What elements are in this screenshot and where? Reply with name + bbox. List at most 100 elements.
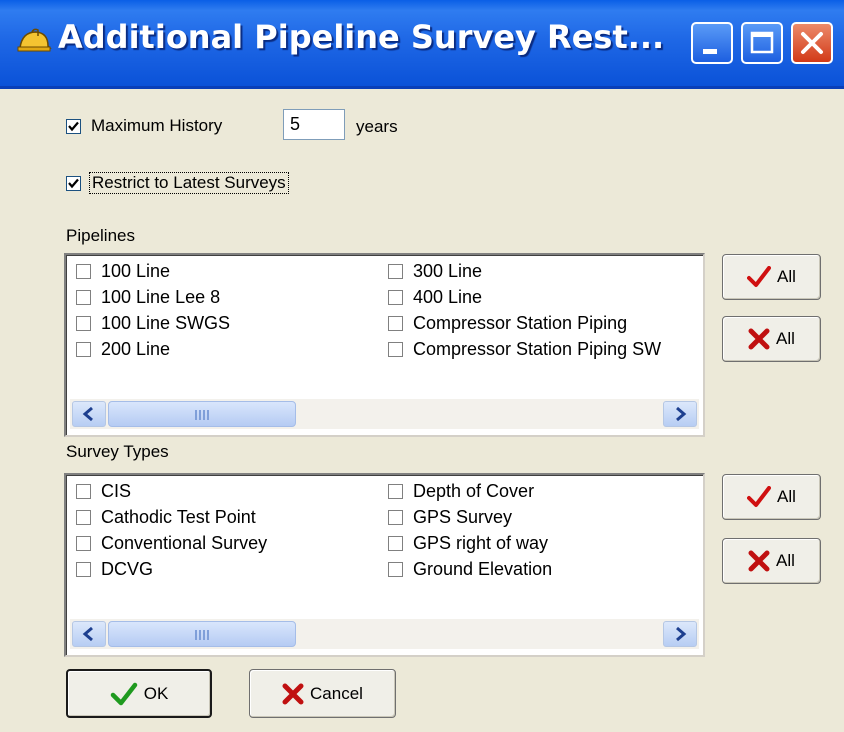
grip-icon [195,410,209,420]
list-item[interactable]: Cathodic Test Point [76,504,256,530]
restrict-latest-row: Restrict to Latest Surveys [66,172,289,194]
years-label: years [356,117,398,136]
checkmark-icon [110,682,137,705]
pipelines-select-all-button[interactable]: All [722,254,821,300]
minimize-button[interactable] [691,22,733,64]
restrict-latest-checkbox[interactable] [66,175,81,191]
list-item[interactable]: 100 Line [76,258,170,284]
list-item-checkbox[interactable] [76,535,91,551]
list-item[interactable]: CIS [76,478,131,504]
list-item-label: Conventional Survey [101,532,268,553]
button-label: All [776,329,795,348]
list-item[interactable]: 300 Line [388,258,482,284]
list-item[interactable]: 100 Line SWGS [76,310,230,336]
list-item-checkbox[interactable] [76,483,91,499]
pipelines-label: Pipelines [66,226,135,245]
survey-types-select-all-button[interactable]: All [722,474,821,520]
restrict-latest-label[interactable]: Restrict to Latest Surveys [89,172,289,194]
horizontal-scrollbar[interactable] [70,619,699,649]
scroll-right-button[interactable] [663,621,697,647]
list-item-label: Depth of Cover [413,480,535,501]
list-item-label: 200 Line [101,338,171,359]
chevron-left-icon [82,626,93,642]
survey-types-clear-all-button[interactable]: All [722,538,821,584]
scroll-left-button[interactable] [72,401,106,427]
list-item-label: CIS [101,480,132,501]
horizontal-scrollbar[interactable] [70,399,699,429]
survey-types-list[interactable]: CIS Cathodic Test Point Conventional Sur… [64,473,705,657]
list-item[interactable]: GPS right of way [388,530,548,556]
list-item[interactable]: Depth of Cover [388,478,534,504]
list-item-checkbox[interactable] [388,561,403,577]
list-item-checkbox[interactable] [388,289,403,305]
list-item-label: GPS right of way [413,532,549,553]
list-item[interactable]: Compressor Station Piping SW [388,336,661,362]
list-item-label: 100 Line [101,260,171,281]
pipelines-clear-all-button[interactable]: All [722,316,821,362]
button-label: All [777,487,796,506]
list-item-label: 100 Line SWGS [101,312,231,333]
scroll-thumb[interactable] [108,621,296,647]
checkmark-icon [747,486,772,507]
close-button[interactable] [791,22,833,64]
list-item-label: Compressor Station Piping [413,312,628,333]
list-item-label: 100 Line Lee 8 [101,286,221,307]
list-item[interactable]: 100 Line Lee 8 [76,284,220,310]
close-icon [801,32,823,54]
list-item[interactable]: Ground Elevation [388,556,552,582]
list-item-checkbox[interactable] [76,341,91,357]
list-item[interactable]: GPS Survey [388,504,512,530]
list-item[interactable]: Conventional Survey [76,530,267,556]
list-item[interactable]: 400 Line [388,284,482,310]
checkmark-icon [68,178,79,188]
list-item-checkbox[interactable] [76,509,91,525]
list-item-checkbox[interactable] [388,535,403,551]
survey-types-label: Survey Types [66,442,169,461]
dialog-body: Maximum History years Restrict to Latest… [0,89,844,732]
scroll-left-button[interactable] [72,621,106,647]
list-item-checkbox[interactable] [76,289,91,305]
pipelines-list[interactable]: 100 Line 100 Line Lee 8 100 Line SWGS 20… [64,253,705,437]
cross-icon [748,328,770,350]
minimize-icon [703,49,717,54]
max-history-checkbox[interactable] [66,118,81,134]
list-item-label: Cathodic Test Point [101,506,256,527]
list-item-checkbox[interactable] [388,315,403,331]
checkmark-icon [68,121,79,131]
maximize-button[interactable] [741,22,783,64]
list-item-checkbox[interactable] [76,315,91,331]
list-item-label: 400 Line [413,286,483,307]
chevron-right-icon [676,406,687,422]
grip-icon [195,630,209,640]
list-item-label: Compressor Station Piping SW [413,338,662,359]
chevron-right-icon [676,626,687,642]
max-history-label: Maximum History [91,116,223,135]
list-item-checkbox[interactable] [388,263,403,279]
cancel-button[interactable]: Cancel [249,669,396,718]
list-item-checkbox[interactable] [388,341,403,357]
list-item-label: GPS Survey [413,506,513,527]
ok-button[interactable]: OK [66,669,212,718]
hardhat-icon [16,26,52,56]
list-item-checkbox[interactable] [76,561,91,577]
maximize-icon [750,31,774,54]
list-item-checkbox[interactable] [388,483,403,499]
scroll-thumb[interactable] [108,401,296,427]
scroll-right-button[interactable] [663,401,697,427]
cross-icon [748,550,770,572]
title-bar[interactable]: Additional Pipeline Survey Rest... [0,0,844,89]
chevron-left-icon [82,406,93,422]
max-history-row: Maximum History [66,116,222,136]
list-item[interactable]: DCVG [76,556,153,582]
list-item[interactable]: Compressor Station Piping [388,310,627,336]
cross-icon [282,683,304,704]
list-item[interactable]: 200 Line [76,336,170,362]
max-history-input[interactable] [283,109,345,140]
window-title: Additional Pipeline Survey Rest... [58,18,665,56]
checkmark-icon [747,266,772,287]
list-item-label: Ground Elevation [413,558,553,579]
list-item-label: DCVG [101,558,154,579]
list-item-checkbox[interactable] [388,509,403,525]
list-item-checkbox[interactable] [76,263,91,279]
button-label: Cancel [310,683,363,703]
